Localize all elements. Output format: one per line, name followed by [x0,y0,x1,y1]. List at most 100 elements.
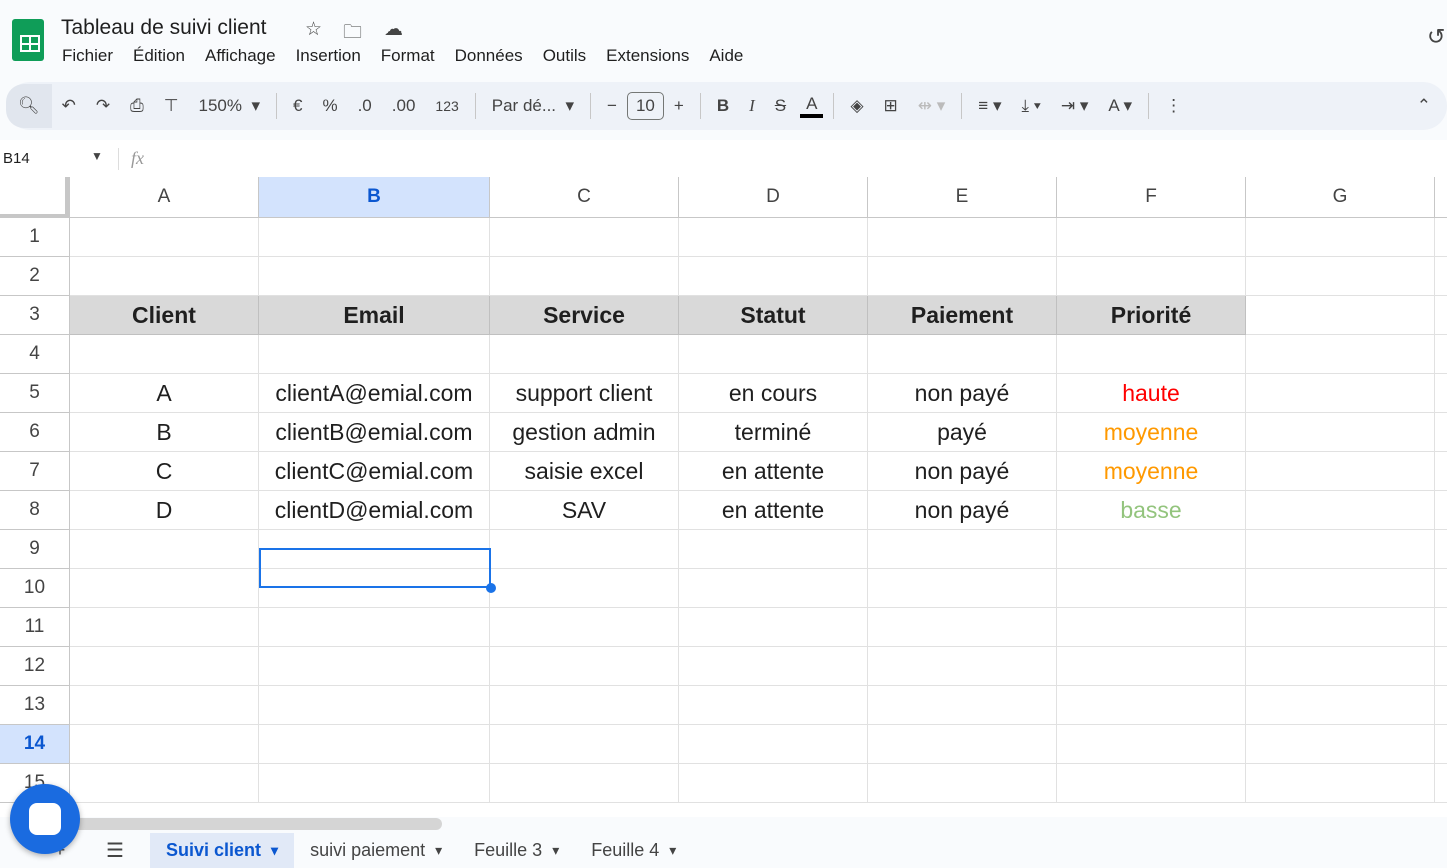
cell[interactable] [490,686,679,725]
italic-icon[interactable]: I [739,96,765,116]
row-header-9[interactable]: 9 [0,530,70,569]
cell[interactable] [70,218,259,257]
cell[interactable] [679,335,868,374]
cell[interactable] [70,686,259,725]
sheet-tab[interactable]: Feuille 4 ▾ [575,833,692,868]
cell[interactable] [70,725,259,764]
cell[interactable] [490,725,679,764]
sheet-tab[interactable]: suivi paiement ▾ [294,833,458,868]
cell[interactable] [868,686,1057,725]
cell[interactable] [1246,686,1435,725]
cell[interactable] [70,647,259,686]
cell[interactable] [868,725,1057,764]
cell[interactable] [679,608,868,647]
data-cell[interactable]: non payé [868,491,1057,530]
cell[interactable] [1435,413,1447,452]
cell[interactable] [259,335,490,374]
cell[interactable] [1057,257,1246,296]
cell[interactable] [868,608,1057,647]
menu-outils[interactable]: Outils [543,46,586,66]
data-cell[interactable]: A [70,374,259,413]
print-icon[interactable]: ⎙ [120,96,154,116]
menu-fichier[interactable]: Fichier [62,46,113,66]
collapse-toolbar-icon[interactable]: ⌃ [1407,96,1441,116]
cell[interactable] [1057,608,1246,647]
floating-action-button[interactable] [10,784,80,854]
cell[interactable] [1246,452,1435,491]
data-cell[interactable]: C [70,452,259,491]
cell[interactable] [1435,374,1447,413]
cell[interactable] [679,686,868,725]
cell[interactable] [490,608,679,647]
document-title[interactable]: Tableau de suivi client [61,16,266,40]
horizontal-scrollbar[interactable] [70,818,442,830]
column-header-b[interactable]: B [259,177,490,218]
cell[interactable] [259,218,490,257]
cell[interactable] [1435,530,1447,569]
data-cell[interactable]: gestion admin [490,413,679,452]
selected-cell-b14[interactable] [259,548,491,588]
data-cell[interactable]: support client [490,374,679,413]
undo-icon[interactable]: ↶ [52,96,86,116]
row-header-2[interactable]: 2 [0,257,70,296]
spreadsheet-grid[interactable]: A B C D E F G 1 2 3 Client Email Service Statut Paieme… [0,177,1447,817]
select-all-corner[interactable] [0,177,70,218]
font-size-input[interactable]: 10 [626,92,664,120]
row-header-8[interactable]: 8 [0,491,70,530]
data-cell[interactable]: saisie excel [490,452,679,491]
data-cell[interactable]: terminé [679,413,868,452]
data-cell[interactable]: en attente [679,491,868,530]
menu-données[interactable]: Données [455,46,523,66]
data-cell[interactable]: clientA@emial.com [259,374,490,413]
cell[interactable] [1057,725,1246,764]
cell[interactable] [259,725,490,764]
data-cell[interactable]: clientC@emial.com [259,452,490,491]
column-header-g[interactable]: G [1246,177,1435,218]
paint-format-icon[interactable]: ⊤ [154,96,189,116]
cell[interactable] [868,335,1057,374]
cell[interactable] [259,764,490,803]
cell[interactable] [70,764,259,803]
cell[interactable] [1246,257,1435,296]
cell[interactable] [679,764,868,803]
cell[interactable] [1435,569,1447,608]
cell[interactable] [1435,764,1447,803]
data-cell[interactable]: haute [1057,374,1246,413]
sheet-tab[interactable]: Suivi client ▾ [150,833,295,868]
cell[interactable] [679,218,868,257]
cell[interactable] [1435,452,1447,491]
star-icon[interactable]: ☆ [305,18,322,41]
cell[interactable] [868,569,1057,608]
chevron-down-icon[interactable]: ▾ [552,842,559,859]
cell[interactable] [868,257,1057,296]
data-cell[interactable]: moyenne [1057,413,1246,452]
align-left-icon[interactable]: ≡ ▾ [968,96,1011,116]
cell[interactable] [1057,764,1246,803]
data-cell[interactable]: moyenne [1057,452,1246,491]
redo-icon[interactable]: ↷ [86,96,120,116]
row-header-1[interactable]: 1 [0,218,70,257]
cell[interactable] [1057,647,1246,686]
fill-handle[interactable] [486,583,496,593]
cell[interactable] [1435,335,1447,374]
cell[interactable] [490,647,679,686]
cell[interactable] [1435,491,1447,530]
cell[interactable] [1246,647,1435,686]
data-cell[interactable]: clientB@emial.com [259,413,490,452]
cell[interactable] [1057,335,1246,374]
header-cell[interactable]: Service [490,296,679,335]
column-header-h[interactable] [1435,177,1447,218]
merge-cells-icon[interactable]: ⇹ ▾ [908,96,956,116]
cell[interactable] [1435,608,1447,647]
text-color-icon[interactable]: A [800,94,824,118]
strikethrough-icon[interactable]: S [765,96,796,116]
cell[interactable] [679,257,868,296]
cell[interactable] [1246,608,1435,647]
cell[interactable] [490,257,679,296]
text-rotation-icon[interactable]: A ▾ [1098,96,1142,116]
cell[interactable] [1246,764,1435,803]
text-wrap-icon[interactable]: ⇥ ▾ [1051,96,1099,116]
increase-decimal-button[interactable]: .00 [382,96,426,116]
fill-color-icon[interactable]: ◈ [840,96,873,116]
cell[interactable] [868,218,1057,257]
